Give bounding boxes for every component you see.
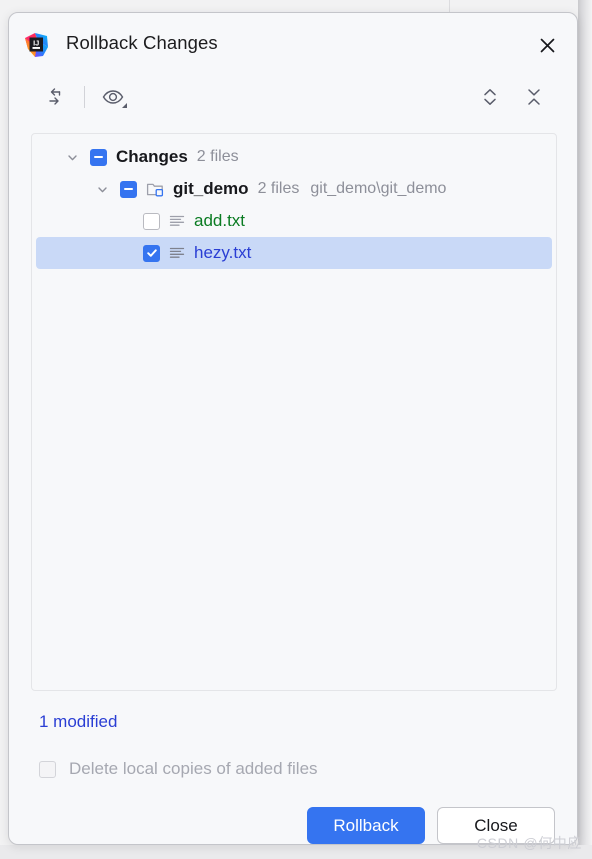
chevron-down-icon [122, 103, 127, 108]
tree-node-label: git_demo [173, 179, 249, 198]
changes-node-checkbox[interactable] [90, 148, 107, 166]
git-demo-node-checkbox[interactable] [120, 180, 137, 198]
indeterminate-dash-icon [94, 155, 103, 159]
tree-row[interactable]: add.txt [32, 205, 556, 237]
toolbar-left-group [43, 73, 130, 121]
dialog-title: Rollback Changes [66, 32, 218, 53]
tree-row[interactable]: git_demo 2 files git_demo\git_demo [32, 173, 556, 205]
checkmark-icon [146, 249, 157, 257]
tree-node-file-count: 2 files [257, 180, 300, 197]
indeterminate-dash-icon [124, 187, 133, 191]
close-icon[interactable] [533, 31, 561, 59]
expand-all-icon[interactable] [475, 82, 505, 112]
tree-row[interactable]: Changes 2 files [32, 141, 556, 173]
tree-node-label: add.txt [194, 211, 246, 230]
text-file-icon [168, 244, 186, 262]
dialog-toolbar [9, 73, 577, 121]
rollback-button[interactable]: Rollback [307, 807, 425, 844]
add-txt-checkbox[interactable] [143, 212, 160, 230]
collapse-all-icon[interactable] [519, 82, 549, 112]
changes-summary: 1 modified [39, 712, 118, 731]
dialog-titlebar: IJ Rollback Changes [9, 13, 577, 75]
rollback-changes-dialog: IJ Rollback Changes Changes 2 files git_… [8, 12, 578, 845]
hezy-txt-checkbox[interactable] [143, 244, 160, 262]
chevron-down-icon[interactable] [92, 183, 112, 196]
eye-preview-icon[interactable] [96, 82, 130, 112]
toolbar-divider [84, 86, 85, 108]
delete-local-copies-label: Delete local copies of added files [69, 759, 318, 778]
backdrop-right-edge [578, 0, 592, 859]
folder-module-icon [146, 180, 165, 199]
tree-node-label: Changes [116, 147, 188, 166]
delete-local-copies-checkbox [39, 760, 56, 778]
tree-node-label: hezy.txt [194, 243, 252, 262]
watermark: CSDN @何中应 [476, 835, 582, 851]
tree-node-path: git_demo\git_demo [310, 180, 447, 197]
changes-tree-panel[interactable]: Changes 2 files git_demo 2 files git_dem [31, 133, 557, 691]
intellij-idea-icon: IJ [23, 32, 49, 58]
tree-row[interactable]: hezy.txt [36, 237, 552, 269]
delete-local-copies-option[interactable]: Delete local copies of added files [39, 759, 318, 779]
text-file-icon [168, 212, 186, 230]
rollback-arrows-icon[interactable] [43, 82, 73, 112]
toolbar-right-group [475, 73, 549, 121]
tree-node-file-count: 2 files [196, 148, 239, 165]
chevron-down-icon[interactable] [62, 151, 82, 164]
svg-text:IJ: IJ [33, 38, 39, 47]
